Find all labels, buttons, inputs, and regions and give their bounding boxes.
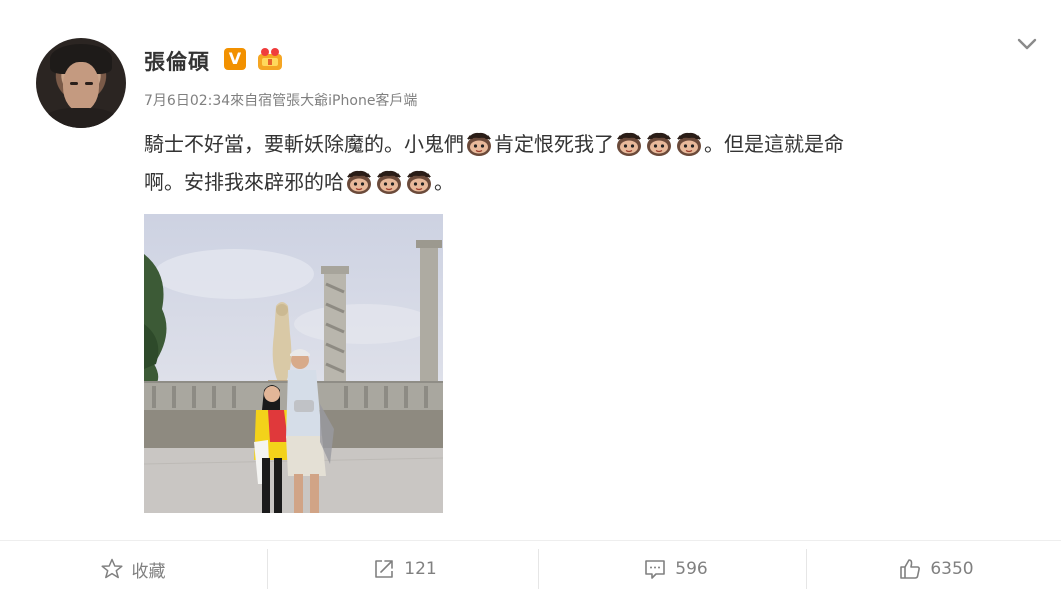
little-ghost-emoji-icon	[615, 131, 643, 157]
post-text-segment: 。	[434, 170, 454, 194]
divider	[267, 549, 268, 589]
post-text-segment: 騎士不好當，要斬妖除魔的。小鬼們	[144, 132, 464, 156]
post-text: 騎士不好當，要斬妖除魔的。小鬼們 肯定恨死我了 。但是這就是命 啊。安排我來辟邪的哈…	[144, 125, 1024, 201]
like-count: 6350	[930, 559, 974, 579]
post-text-segment: 。但是這就是命	[704, 132, 844, 156]
post-text-segment: 啊。安排我來辟邪的哈	[144, 170, 344, 194]
post-meta: 7月6日02:34來自宿管張大爺iPhone客戶端	[144, 90, 417, 110]
little-ghost-emoji-icon	[675, 131, 703, 157]
repost-button[interactable]: 121	[272, 541, 537, 597]
comment-button[interactable]: 596	[543, 541, 808, 597]
repost-count: 121	[404, 559, 437, 579]
comment-icon	[645, 560, 666, 579]
comment-count: 596	[675, 559, 708, 579]
chevron-down-icon[interactable]	[1014, 34, 1040, 54]
little-ghost-emoji-icon	[645, 131, 673, 157]
post-text-segment: 肯定恨死我了	[494, 132, 614, 156]
little-ghost-emoji-icon	[465, 131, 493, 157]
little-ghost-emoji-icon	[375, 169, 403, 195]
star-icon	[100, 558, 123, 579]
action-bar: 收藏 121 596 6350	[0, 540, 1061, 597]
like-button[interactable]: 6350	[811, 541, 1061, 597]
favorite-label: 收藏	[131, 561, 166, 582]
avatar[interactable]	[36, 38, 126, 128]
vip-member-icon[interactable]	[256, 46, 284, 72]
post-timestamp[interactable]: 7月6日02:34	[144, 93, 230, 109]
verified-badge-icon[interactable]: V	[224, 48, 246, 70]
favorite-button[interactable]: 收藏	[0, 541, 265, 597]
weibo-post-card: 張倫碩 V 7月6日02:34來自宿管張大爺iPhone客戶端 騎士不好當，要斬…	[0, 0, 1061, 596]
thumbs-up-icon	[900, 559, 921, 579]
divider	[538, 549, 539, 589]
little-ghost-emoji-icon	[405, 169, 433, 195]
little-ghost-emoji-icon	[345, 169, 373, 195]
post-source[interactable]: 宿管張大爺iPhone客戶端	[258, 93, 417, 109]
username[interactable]: 張倫碩	[144, 46, 210, 76]
share-icon	[375, 560, 394, 578]
divider	[806, 549, 807, 589]
post-photo[interactable]	[144, 214, 443, 513]
source-prefix: 來自	[230, 93, 259, 109]
